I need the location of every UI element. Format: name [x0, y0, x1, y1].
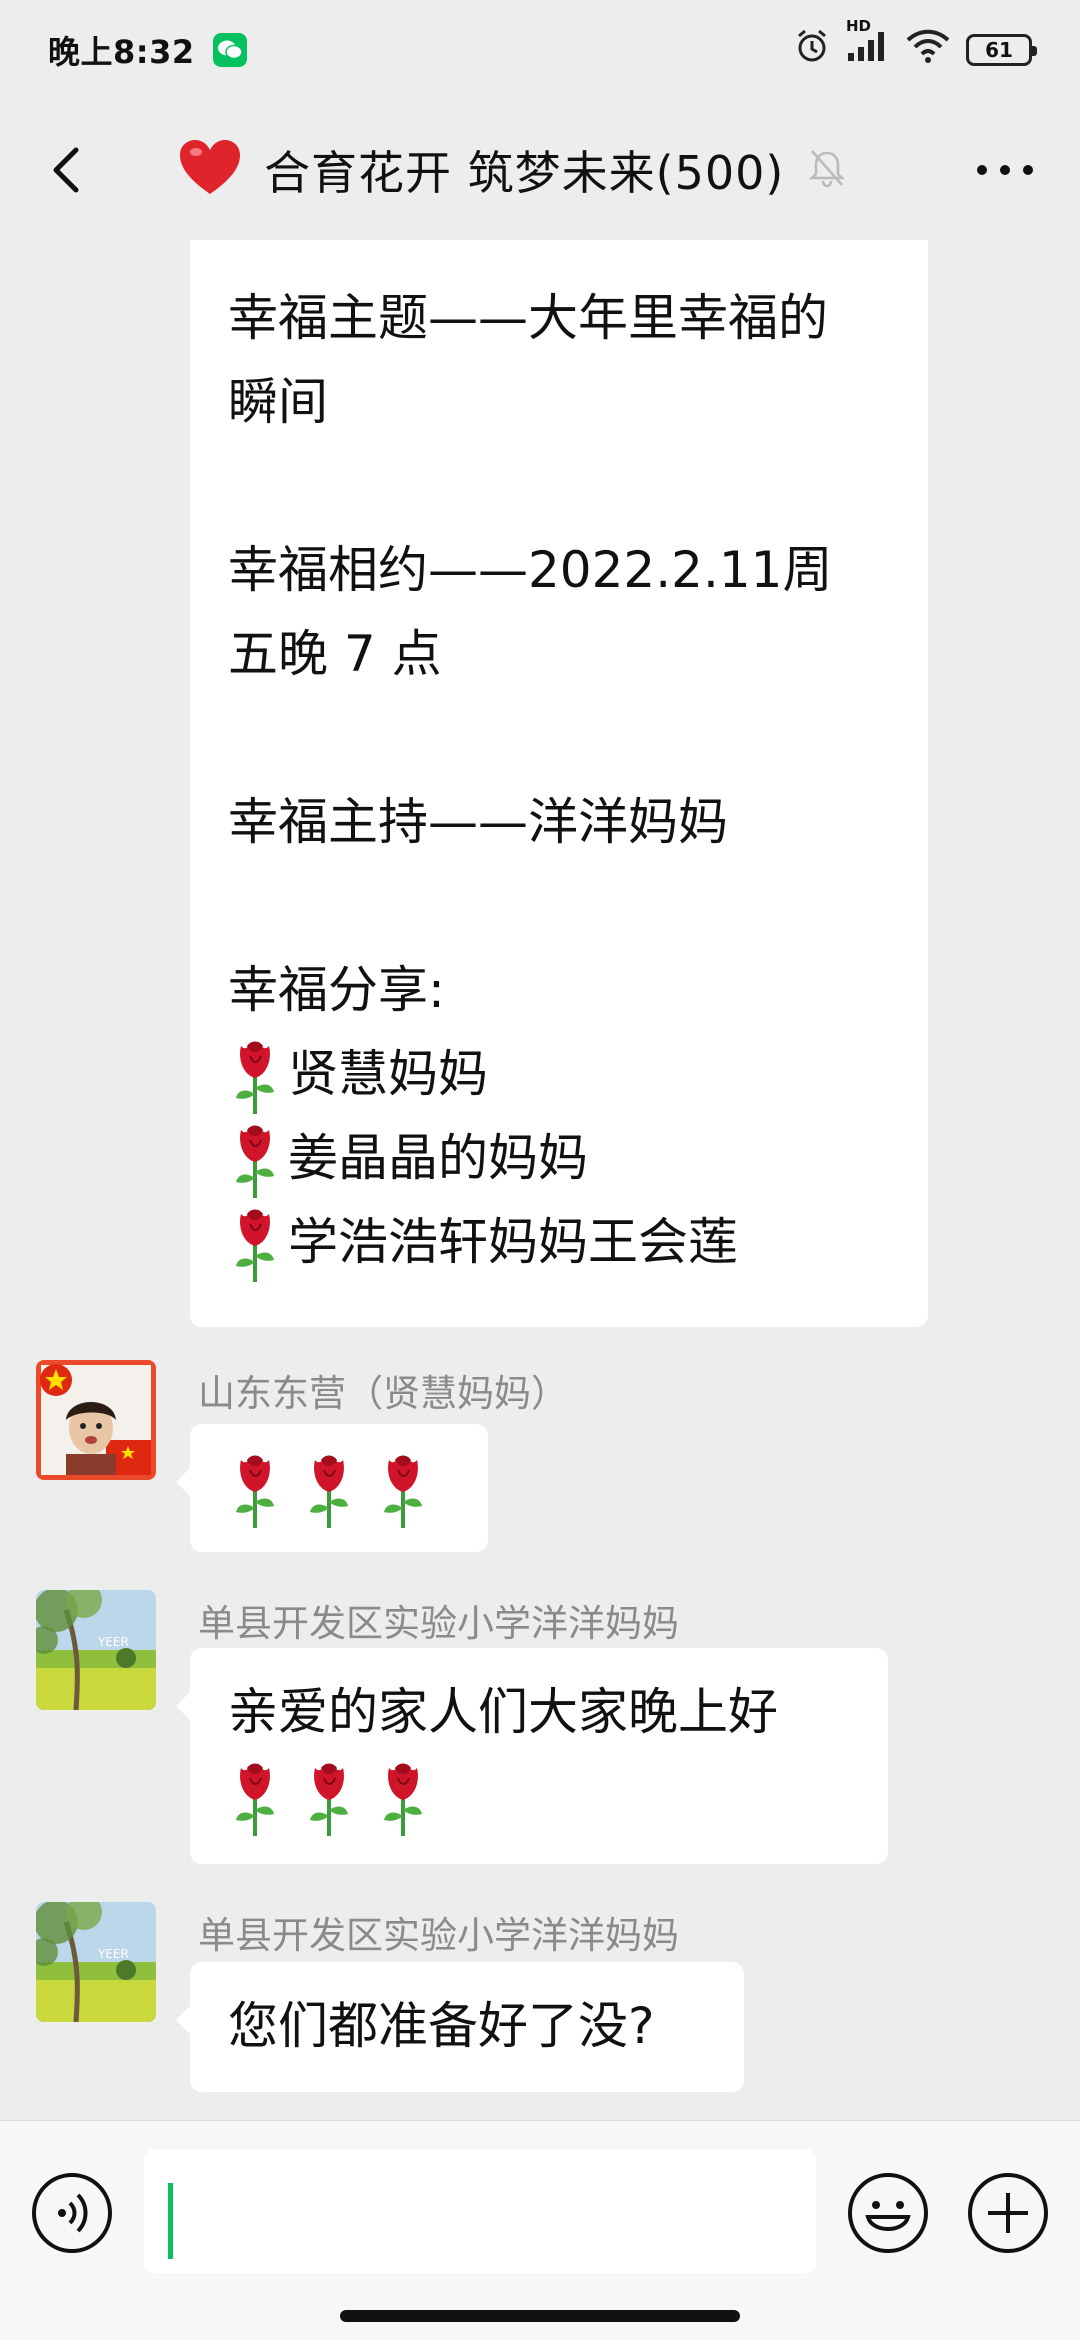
more-icon	[977, 165, 1033, 175]
message-bubble[interactable]	[176, 1424, 488, 1552]
message-text: 亲爱的家人们大家晚上好	[228, 1683, 778, 1741]
sender-name: 山东东营（贤慧妈妈）	[198, 1372, 568, 1415]
rose-emoji-row	[228, 1754, 850, 1838]
voice-button[interactable]	[30, 2171, 114, 2255]
message-line: 幸福相约——2022.2.11周	[228, 541, 833, 599]
avatar[interactable]	[36, 1360, 156, 1480]
sender-name: 单县开发区实验小学洋洋妈妈	[198, 1602, 679, 1645]
message-bubble[interactable]: 亲爱的家人们大家晚上好	[176, 1648, 888, 1864]
status-time: 晚上8:32	[48, 33, 195, 71]
battery-icon: 61	[966, 34, 1037, 66]
heart-icon	[178, 138, 242, 202]
alarm-icon	[794, 28, 830, 72]
message-line: 姜晶晶的妈妈	[228, 1116, 890, 1200]
message-input-bar	[0, 2120, 1080, 2340]
emoji-button[interactable]	[846, 2171, 930, 2255]
page-title: 合育花开 筑梦未来(500)	[264, 146, 785, 200]
message-bubble[interactable]: 您们都准备好了没?	[176, 1962, 744, 2092]
plus-icon	[968, 2173, 1048, 2253]
avatar[interactable]: YEER	[36, 1590, 156, 1710]
rose-icon	[302, 1754, 356, 1838]
message-line: 学浩浩轩妈妈王会莲	[228, 1200, 890, 1284]
chat-message-list[interactable]: 幸福主题——大年里幸福的 瞬间 幸福相约——2022.2.11周 五晚 7 点 …	[0, 240, 1080, 2120]
message-line: 幸福主持——洋洋妈妈	[228, 793, 728, 851]
message-line: 贤慧妈妈	[228, 1032, 890, 1116]
message-line-text: 姜晶晶的妈妈	[288, 1129, 588, 1187]
status-bar: 晚上8:32 HD 61	[0, 0, 1080, 100]
battery-level: 61	[985, 38, 1013, 62]
message-text: 您们都准备好了没?	[228, 1997, 655, 2055]
message-line-blank	[228, 696, 890, 780]
chat-header: 合育花开 筑梦未来(500)	[0, 100, 1080, 240]
network-type-label: HD	[846, 17, 872, 35]
wifi-icon	[906, 29, 950, 71]
chat-title-area[interactable]: 合育花开 筑梦未来(500)	[178, 134, 848, 206]
voice-icon	[32, 2173, 112, 2253]
rose-icon	[376, 1754, 430, 1838]
svg-text:YEER: YEER	[97, 1635, 129, 1649]
more-button[interactable]	[970, 146, 1040, 194]
chevron-left-icon	[53, 147, 79, 193]
rose-icon	[228, 1446, 282, 1530]
back-button[interactable]	[36, 138, 100, 202]
message-line: 五晚 7 点	[228, 625, 442, 683]
home-indicator[interactable]	[340, 2310, 740, 2322]
rose-icon	[228, 1200, 282, 1284]
message-line-blank	[228, 444, 890, 528]
message-line: 瞬间	[228, 373, 328, 431]
svg-text:YEER: YEER	[97, 1947, 129, 1961]
message-input[interactable]	[144, 2149, 816, 2273]
text-caret	[168, 2183, 173, 2259]
message-line-text: 学浩浩轩妈妈王会莲	[288, 1213, 738, 1271]
emoji-icon	[848, 2173, 928, 2253]
message-line-text: 贤慧妈妈	[288, 1045, 488, 1103]
message-line-blank	[228, 864, 890, 948]
rose-icon	[228, 1032, 282, 1116]
avatar[interactable]: YEER	[36, 1902, 156, 2022]
rose-emoji-row	[228, 1446, 450, 1530]
rose-icon	[228, 1116, 282, 1200]
message-line: 幸福分享:	[228, 961, 445, 1019]
bell-off-icon	[806, 147, 848, 193]
message-bubble[interactable]: 幸福主题——大年里幸福的 瞬间 幸福相约——2022.2.11周 五晚 7 点 …	[190, 240, 928, 1327]
sender-name: 单县开发区实验小学洋洋妈妈	[198, 1914, 679, 1957]
rose-icon	[302, 1446, 356, 1530]
wechat-notification-icon	[212, 33, 247, 67]
rose-icon	[376, 1446, 430, 1530]
message-line: 幸福主题——大年里幸福的	[228, 289, 828, 347]
signal-icon: HD	[846, 17, 890, 71]
rose-icon	[228, 1754, 282, 1838]
plus-button[interactable]	[966, 2171, 1050, 2255]
